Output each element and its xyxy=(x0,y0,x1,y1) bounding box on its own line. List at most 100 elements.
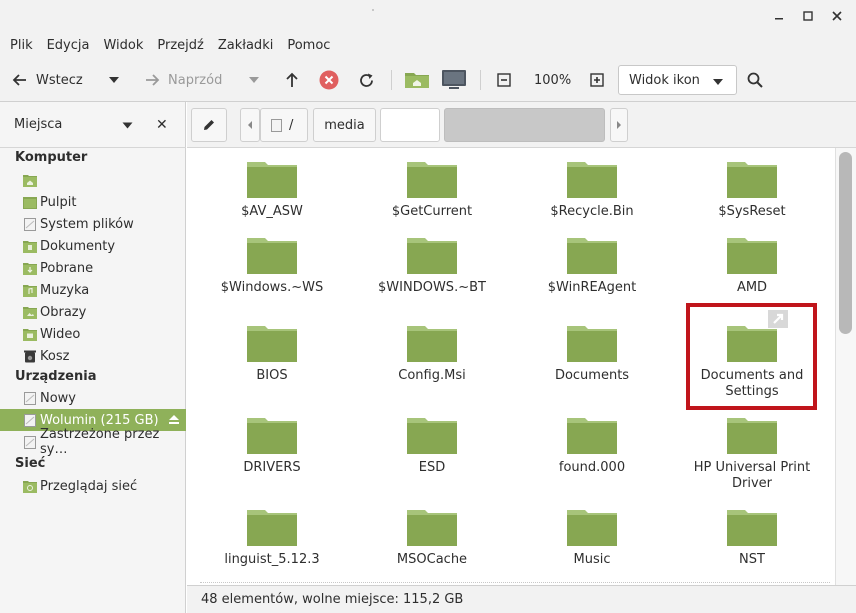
zoom-value: 100% xyxy=(534,72,572,88)
sidebar-dropdown-icon[interactable] xyxy=(122,122,133,129)
folder-item[interactable]: $WinREAgent xyxy=(517,224,667,312)
zoom-out-button[interactable] xyxy=(497,66,511,94)
folder-item[interactable]: $GetCurrent xyxy=(357,148,507,236)
back-label: Wstecz xyxy=(36,72,83,88)
minimize-icon xyxy=(775,18,783,20)
path-segment-blank[interactable] xyxy=(380,108,440,142)
sidebar-item-pictures[interactable]: Obrazy xyxy=(0,301,186,323)
sidebar-item-documents[interactable]: Dokumenty xyxy=(0,235,186,257)
sidebar-item-music[interactable]: Muzyka xyxy=(0,279,186,301)
sidebar-item-videos[interactable]: Wideo xyxy=(0,323,186,345)
menu-bookmarks[interactable]: Zakładki xyxy=(211,38,280,53)
section-devices: Urządzenia xyxy=(15,369,97,384)
folder-icon xyxy=(567,326,617,362)
folder-item[interactable]: ESD xyxy=(357,404,507,492)
path-scroll-right-button[interactable] xyxy=(610,108,628,142)
back-history-button[interactable] xyxy=(108,66,120,94)
vertical-scrollbar[interactable] xyxy=(835,148,856,585)
drive-icon xyxy=(24,391,36,405)
folder-label: found.000 xyxy=(558,460,626,475)
folder-item[interactable]: NST xyxy=(677,496,827,584)
path-scroll-left-button[interactable] xyxy=(240,108,260,142)
arrow-right-icon xyxy=(146,74,160,86)
toolbar-separator xyxy=(480,70,481,90)
pictures-folder-icon xyxy=(23,306,37,319)
sidebar-item-desktop[interactable]: Pulpit xyxy=(0,191,186,213)
computer-button[interactable] xyxy=(441,66,467,94)
folder-label: $Recycle.Bin xyxy=(550,204,634,219)
folder-item[interactable]: linguist_5.12.3 xyxy=(197,496,347,584)
folder-item[interactable]: Music xyxy=(517,496,667,584)
path-segment-root[interactable]: / xyxy=(260,108,308,142)
close-button[interactable] xyxy=(826,6,848,26)
menu-file[interactable]: Plik xyxy=(3,38,40,53)
folder-item[interactable]: BIOS xyxy=(197,312,347,400)
folder-item[interactable]: $WINDOWS.~BT xyxy=(357,224,507,312)
triangle-down-icon xyxy=(109,77,119,83)
eject-icon[interactable] xyxy=(168,414,180,425)
forward-button[interactable]: Naprzód xyxy=(144,66,222,94)
view-mode-select[interactable]: Widok ikon xyxy=(618,65,737,95)
drive-icon xyxy=(24,435,36,449)
chevron-left-icon xyxy=(248,121,252,129)
menu-go[interactable]: Przejdź xyxy=(150,38,210,53)
folder-item[interactable]: AMD xyxy=(677,224,827,312)
sidebar-item-home[interactable] xyxy=(0,169,186,191)
stop-button[interactable] xyxy=(319,66,339,94)
folder-item[interactable]: $SysReset xyxy=(677,148,827,236)
close-sidebar-icon[interactable]: ✕ xyxy=(156,117,168,133)
folder-icon xyxy=(567,162,617,198)
menu-view[interactable]: Widok xyxy=(96,38,150,53)
folder-item[interactable]: Config.Msi xyxy=(357,312,507,400)
status-bar: 48 elementów, wolne miejsce: 115,2 GB xyxy=(187,585,856,613)
scrollbar-thumb[interactable] xyxy=(839,152,852,334)
path-segment-current[interactable] xyxy=(444,108,605,142)
link-arrow-icon xyxy=(773,313,784,324)
sidebar-item-browse-network[interactable]: Przeglądaj sieć xyxy=(0,475,186,497)
path-segment-media[interactable]: media xyxy=(313,108,376,142)
section-network: Sieć xyxy=(15,456,46,471)
path-segment-label: media xyxy=(324,117,365,133)
search-button[interactable] xyxy=(747,66,763,94)
reload-button[interactable] xyxy=(358,66,375,94)
minimize-button[interactable] xyxy=(768,6,790,26)
folder-item[interactable]: HP Universal Print Driver xyxy=(677,404,827,492)
maximize-button[interactable] xyxy=(797,6,819,26)
folder-item[interactable]: $Windows.~WS xyxy=(197,224,347,312)
menu-edit[interactable]: Edycja xyxy=(40,38,97,53)
toolbar-separator xyxy=(391,70,392,90)
sidebar-item-device-reserved[interactable]: Zastrzeżone przez sy… xyxy=(0,427,186,457)
section-computer: Komputer xyxy=(15,150,88,165)
folder-item[interactable]: found.000 xyxy=(517,404,667,492)
back-button[interactable]: Wstecz xyxy=(12,66,83,94)
sidebar-item-downloads[interactable]: Pobrane xyxy=(0,257,186,279)
folder-item[interactable]: DRIVERS xyxy=(197,404,347,492)
sidebar-item-trash[interactable]: Kosz xyxy=(0,345,186,367)
folder-item[interactable]: $Recycle.Bin xyxy=(517,148,667,236)
forward-label: Naprzód xyxy=(168,72,223,88)
folder-label: BIOS xyxy=(256,368,288,383)
arrow-left-icon xyxy=(12,74,26,86)
folder-icon xyxy=(727,418,777,454)
sidebar-item-label: Dokumenty xyxy=(40,238,116,254)
sidebar-item-filesystem[interactable]: System plików xyxy=(0,213,186,235)
folder-icon xyxy=(407,162,457,198)
folder-label: DRIVERS xyxy=(243,460,301,475)
music-folder-icon xyxy=(23,284,37,297)
up-button[interactable] xyxy=(285,66,299,94)
folder-item[interactable]: $AV_ASW xyxy=(197,148,347,236)
path-root-label: / xyxy=(289,117,294,133)
forward-history-button[interactable] xyxy=(248,66,260,94)
home-folder-icon xyxy=(23,174,37,187)
sidebar-item-device-nowy[interactable]: Nowy xyxy=(0,387,186,409)
home-button[interactable] xyxy=(404,66,430,94)
edit-path-button[interactable] xyxy=(191,108,227,142)
sidebar-item-label: Kosz xyxy=(40,348,70,364)
folder-item[interactable]: MSOCache xyxy=(357,496,507,584)
menu-help[interactable]: Pomoc xyxy=(280,38,337,53)
folder-item[interactable]: Documents xyxy=(517,312,667,400)
folder-icon xyxy=(567,238,617,274)
zoom-in-button[interactable] xyxy=(590,66,604,94)
folder-label: $GetCurrent xyxy=(391,204,473,219)
network-folder-icon xyxy=(23,480,37,493)
